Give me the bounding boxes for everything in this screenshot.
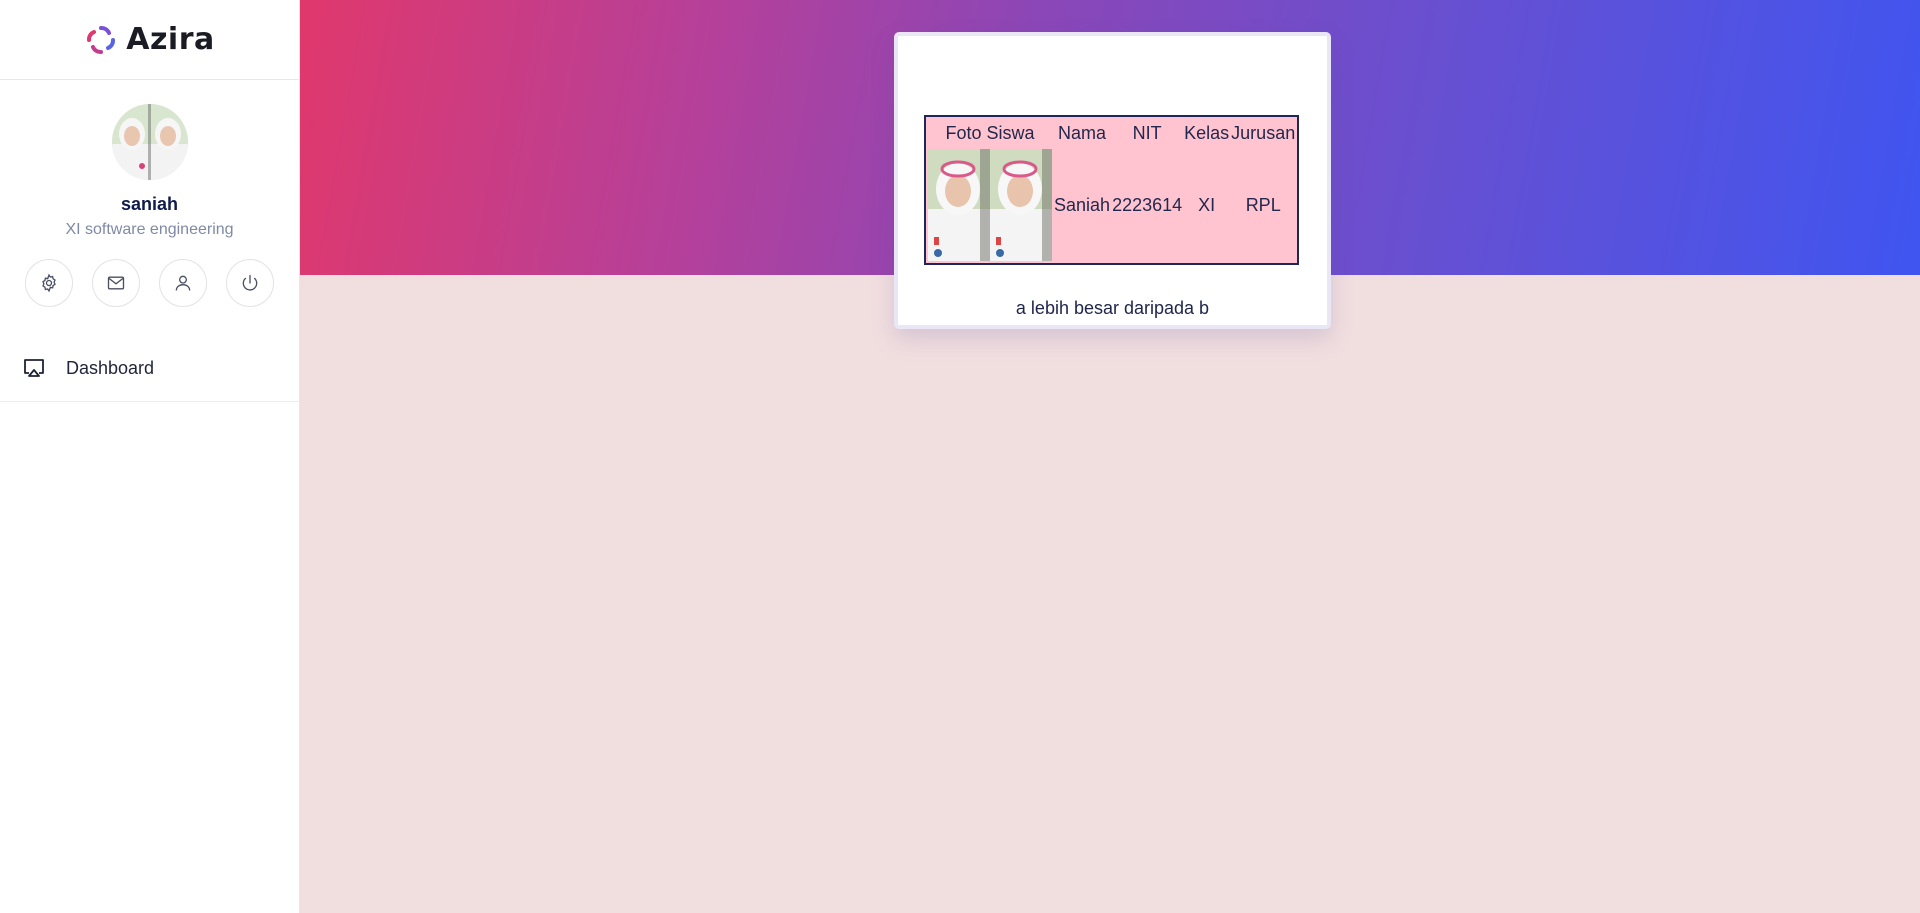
user-icon <box>175 275 191 291</box>
col-header-nama: Nama <box>1058 122 1107 143</box>
col-header-kelas: Kelas <box>1184 122 1230 143</box>
profile-section: saniah XI software engineering <box>0 80 299 307</box>
cell-foto <box>928 149 1052 261</box>
cell-kelas: XI <box>1198 194 1216 215</box>
profile-role: XI software engineering <box>65 221 234 238</box>
photo-left <box>928 149 990 261</box>
power-icon <box>243 274 258 291</box>
monitor-icon <box>24 359 44 377</box>
logout-button[interactable] <box>226 259 275 307</box>
profile-name: saniah <box>120 194 179 214</box>
gear-icon <box>41 273 56 293</box>
student-table: Foto Siswa Nama NIT Kelas Jurusan Saniah… <box>924 115 1300 265</box>
col-header-jurusan: Jurusan <box>1231 122 1296 143</box>
sidebar-item-dashboard[interactable]: Dashboard <box>0 347 299 401</box>
brand[interactable]: Azira <box>0 0 299 80</box>
settings-button[interactable] <box>24 259 73 307</box>
cell-nit: 2223614 <box>1112 194 1183 215</box>
brand-name: Azira <box>126 22 215 57</box>
card-caption: a lebih besar daripada b <box>1015 298 1210 318</box>
profile-button[interactable] <box>159 259 208 307</box>
col-header-foto: Foto Siswa <box>945 122 1035 143</box>
col-header-nit: NIT <box>1132 122 1162 143</box>
mail-button[interactable] <box>91 259 140 307</box>
student-photo <box>928 149 1052 261</box>
mail-icon <box>107 276 124 290</box>
sidebar: Azira saniah XI software engineering Das… <box>0 0 300 913</box>
cell-jurusan: RPL <box>1245 194 1281 215</box>
table-row: Saniah 2223614 XI RPL <box>928 149 1295 261</box>
sidebar-item-label: Dashboard <box>66 357 155 378</box>
cell-nama: Saniah <box>1054 194 1111 215</box>
table-header-row: Foto Siswa Nama NIT Kelas Jurusan <box>928 119 1295 147</box>
photo-right <box>990 149 1052 261</box>
avatar-photo <box>111 104 188 180</box>
profile-actions <box>24 259 275 307</box>
sidebar-nav: Dashboard <box>0 347 299 402</box>
brand-logo-icon <box>87 25 116 54</box>
student-card: Foto Siswa Nama NIT Kelas Jurusan Saniah… <box>894 32 1331 329</box>
avatar[interactable] <box>111 104 188 180</box>
